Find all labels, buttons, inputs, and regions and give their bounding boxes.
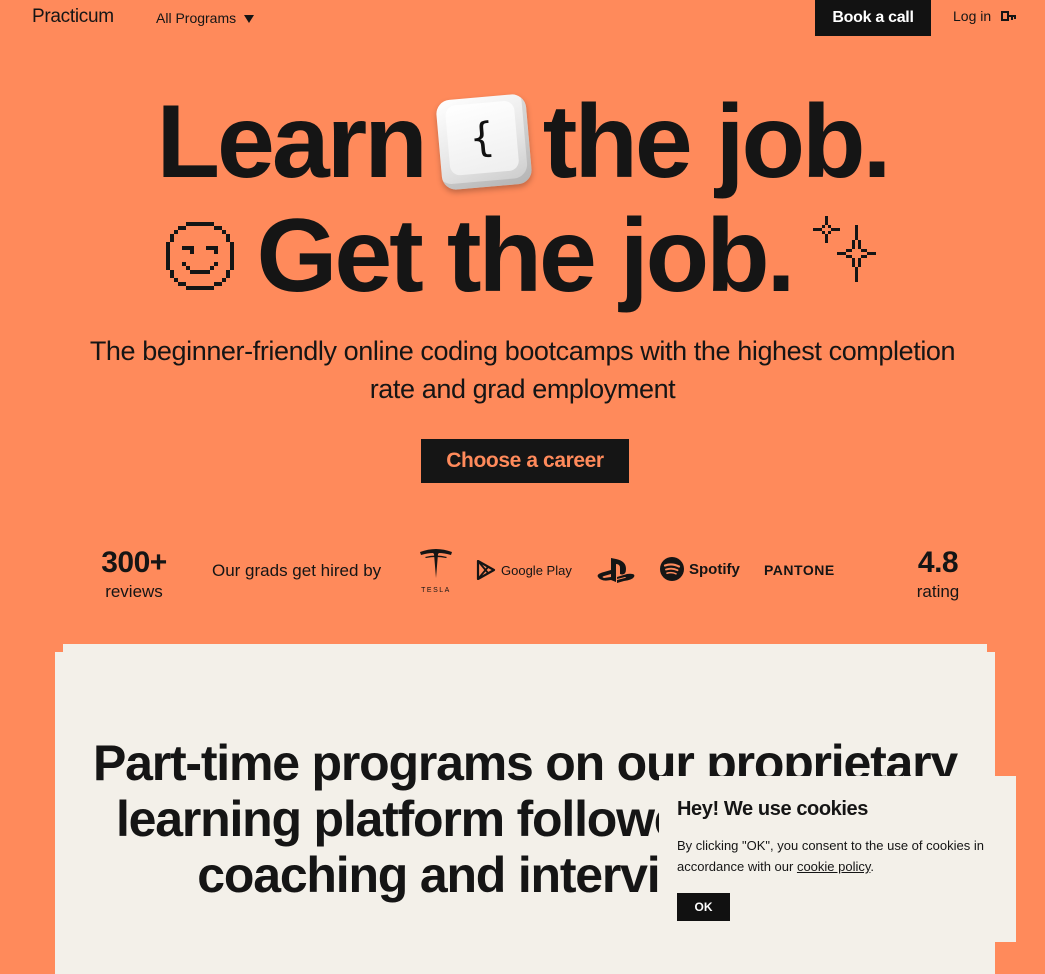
hero-word-learn: Learn bbox=[156, 84, 428, 200]
google-play-logo: Google Play bbox=[476, 560, 572, 580]
login-link[interactable]: Log in bbox=[953, 8, 1017, 24]
tesla-wordmark: TESLA bbox=[421, 587, 451, 594]
cookie-title: Hey! We use cookies bbox=[677, 798, 869, 820]
cookie-text-after: . bbox=[870, 859, 875, 874]
hero-word-get: Get bbox=[256, 198, 423, 314]
cookie-text: By clicking "OK", you consent to the use… bbox=[677, 835, 998, 877]
key-glyph: { bbox=[444, 100, 520, 177]
reviews-count: 300+ bbox=[101, 546, 167, 579]
all-programs-label: All Programs bbox=[156, 10, 237, 26]
pantone-logo: PANTONE bbox=[764, 562, 835, 578]
chevron-down-icon bbox=[244, 15, 255, 23]
hero-headline-line-2: Get the job. bbox=[0, 200, 1045, 312]
hired-by-label: Our grads get hired by bbox=[212, 561, 382, 580]
cookie-banner: Hey! We use cookies By clicking "OK", yo… bbox=[659, 776, 1016, 942]
cookie-ok-button[interactable]: OK bbox=[677, 893, 730, 921]
login-label: Log in bbox=[953, 8, 992, 24]
keyboard-key-icon: { bbox=[434, 93, 533, 191]
rating-value: 4.8 bbox=[917, 546, 959, 579]
hero-subtitle: The beginner-friendly online coding boot… bbox=[89, 336, 956, 404]
playstation-logo bbox=[596, 556, 636, 584]
hero-headline-line-1: Learn { the job. bbox=[0, 86, 1045, 198]
tesla-logo: TESLA bbox=[417, 548, 455, 594]
spotify-icon bbox=[660, 557, 684, 581]
rating-stat: 4.8 rating bbox=[902, 547, 974, 603]
cookie-policy-link[interactable]: cookie policy bbox=[797, 859, 870, 874]
reviews-label: reviews bbox=[105, 582, 163, 601]
hero-word-the-job-2: the job. bbox=[446, 198, 796, 314]
key-icon bbox=[1001, 11, 1017, 21]
book-a-call-button[interactable]: Book a call bbox=[815, 0, 931, 36]
spotify-wordmark: Spotify bbox=[689, 560, 740, 578]
practicum-logo[interactable]: Practicum bbox=[32, 6, 114, 28]
hero-word-the-job: the job. bbox=[542, 84, 892, 200]
google-play-wordmark: Google Play bbox=[501, 562, 572, 578]
reviews-stat: 300+ reviews bbox=[88, 547, 180, 603]
spotify-logo: Spotify bbox=[660, 557, 740, 581]
rating-label: rating bbox=[916, 582, 960, 601]
page: Practicum All Programs Book a call Log i… bbox=[0, 0, 1045, 974]
pantone-wordmark: PANTONE bbox=[764, 562, 835, 578]
choose-career-button[interactable]: Choose a career bbox=[421, 439, 629, 483]
pixel-smiley-icon bbox=[166, 222, 235, 290]
pixel-sparkle-icon bbox=[812, 216, 876, 282]
play-triangle-icon bbox=[476, 560, 496, 580]
all-programs-dropdown[interactable]: All Programs bbox=[156, 10, 255, 26]
